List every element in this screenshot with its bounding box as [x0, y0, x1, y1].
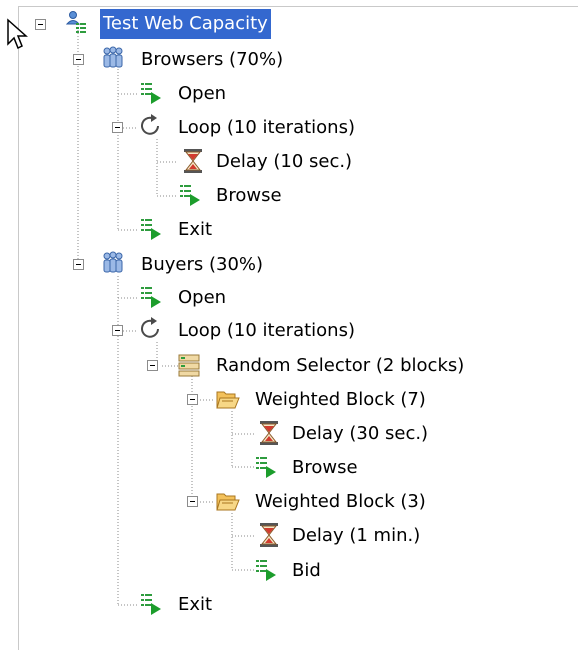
- page-request-icon: [141, 594, 161, 615]
- tree-node-buyers-open[interactable]: Open: [175, 283, 229, 313]
- loop-icon: [141, 317, 159, 338]
- open-folder-icon: [216, 391, 240, 409]
- tree-node-buyers[interactable]: Buyers (30%): [138, 250, 266, 280]
- open-folder-icon: [216, 493, 240, 511]
- tree-node-buyers-exit[interactable]: Exit: [175, 590, 215, 620]
- hourglass-icon: [260, 421, 278, 445]
- user-group-icon: [103, 251, 123, 273]
- tree-node-browsers-loop[interactable]: Loop (10 iterations): [175, 113, 358, 143]
- tree-node-wb3-bid[interactable]: Bid: [289, 556, 324, 586]
- collapse-toggle[interactable]: [187, 394, 198, 405]
- tree-node-wb7-browse[interactable]: Browse: [289, 453, 361, 483]
- random-selector-icon: [178, 354, 200, 377]
- tree-node-wb7-delay[interactable]: Delay (30 sec.): [289, 419, 431, 449]
- tree-node-wb3-delay[interactable]: Delay (1 min.): [289, 521, 423, 551]
- tree-node-browsers[interactable]: Browsers (70%): [138, 45, 286, 75]
- collapse-toggle[interactable]: [147, 360, 158, 371]
- tree-node-weighted-block-3[interactable]: Weighted Block (3): [252, 487, 429, 517]
- tree-node-browsers-delay[interactable]: Delay (10 sec.): [213, 147, 355, 177]
- page-request-icon: [141, 83, 161, 104]
- collapse-toggle[interactable]: [112, 325, 123, 336]
- hourglass-icon: [184, 149, 202, 173]
- loop-icon: [141, 114, 159, 135]
- collapse-toggle[interactable]: [187, 496, 198, 507]
- hourglass-icon: [260, 523, 278, 547]
- collapse-toggle[interactable]: [112, 122, 123, 133]
- tree-node-weighted-block-7[interactable]: Weighted Block (7): [252, 385, 429, 415]
- page-request-icon: [256, 457, 276, 478]
- tree-node-buyers-loop[interactable]: Loop (10 iterations): [175, 316, 358, 346]
- collapse-toggle[interactable]: [73, 54, 84, 65]
- mouse-cursor-icon: [7, 18, 28, 50]
- page-request-icon: [141, 287, 161, 308]
- tree-node-browsers-exit[interactable]: Exit: [175, 215, 215, 245]
- collapse-toggle[interactable]: [73, 259, 84, 270]
- page-request-icon: [141, 219, 161, 240]
- tree-node-browsers-open[interactable]: Open: [175, 79, 229, 109]
- tree-node-random-selector[interactable]: Random Selector (2 blocks): [213, 351, 467, 381]
- page-request-icon: [180, 185, 200, 206]
- page-request-icon: [256, 560, 276, 581]
- tree-node-root[interactable]: Test Web Capacity: [100, 9, 271, 39]
- collapse-toggle[interactable]: [35, 19, 46, 30]
- user-group-icon: [103, 46, 123, 68]
- test-suite-icon: [65, 11, 86, 33]
- tree-node-browsers-browse[interactable]: Browse: [213, 181, 285, 211]
